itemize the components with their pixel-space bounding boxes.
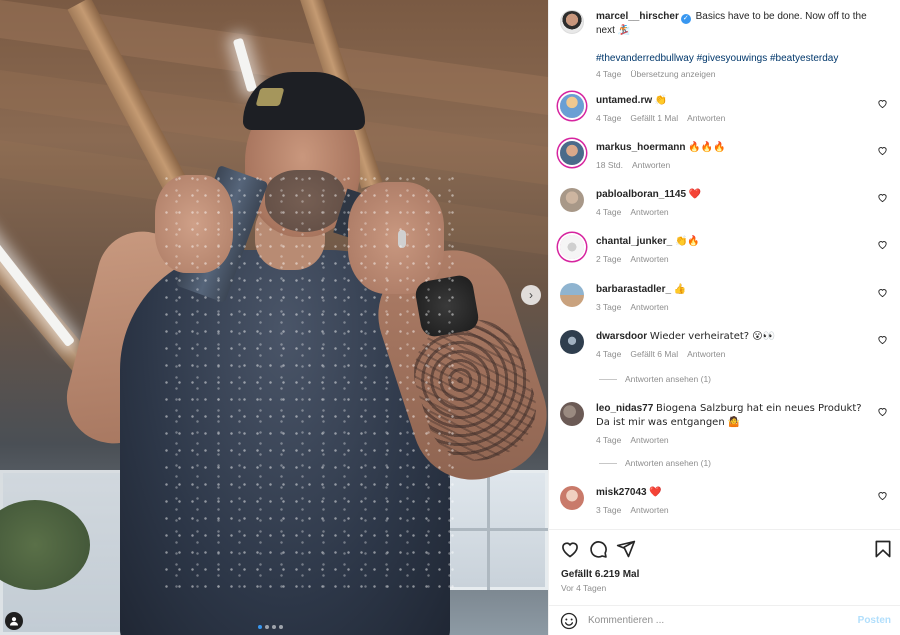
commenter-avatar[interactable] [560,188,584,212]
carousel-dot [258,625,262,629]
comment: untamed.rw 👏 4 Tage Gefällt 1 Mal Antworte… [560,94,895,123]
hashtags[interactable]: #thevanderredbullway #givesyouwings #bea… [596,53,838,64]
commenter-username[interactable]: untamed.rw [596,95,652,106]
comment-time: 3 Tage [596,302,622,312]
heart-icon[interactable] [877,406,888,417]
post-photo: › [0,0,548,635]
post-button[interactable]: Posten [858,615,891,626]
comment: pabloalboran_1145 ❤️ 4 Tage Antworten [560,188,895,217]
carousel-indicator [258,625,283,629]
commenter-avatar[interactable] [560,235,584,259]
commenter-username[interactable]: chantal_junker_ [596,236,672,247]
comments-sidebar: marcel__hirscher ✓ Basics have to be done… [548,0,900,635]
instagram-post-modal: › marcel__hirscher ✓ Basics have to be do… [0,0,900,635]
commenter-username[interactable]: barbarastadler_ [596,284,671,295]
reply-link[interactable]: Antworten [687,113,725,123]
comment-composer: Posten [549,606,900,635]
comment: barbarastadler_ 👍 3 Tage Antworten [560,283,895,312]
commenter-avatar[interactable] [560,94,584,118]
cap-logo [255,88,285,106]
reply-link[interactable]: Antworten [630,302,668,312]
commenter-avatar[interactable] [560,486,584,510]
post-caption: marcel__hirscher ✓ Basics have to be done… [560,10,890,79]
action-bar [560,539,893,561]
reply-link[interactable]: Antworten [687,349,725,359]
comment: markus_hoermann 🔥🔥🔥 18 Std. Antworten [560,141,895,170]
heart-icon[interactable] [877,239,888,250]
commenter-username[interactable]: leo_nidas77 [596,403,653,414]
comment-icon[interactable] [588,539,608,559]
caption-time: 4 Tage [596,69,622,79]
bookmark-icon[interactable] [873,539,893,559]
comment-likes[interactable]: Gefällt 1 Mal [630,113,678,123]
carousel-dot [279,625,283,629]
reply-link[interactable]: Antworten [632,160,670,170]
reply-link[interactable]: Antworten [630,505,668,515]
commenter-avatar[interactable] [560,402,584,426]
commenter-avatar[interactable] [560,330,584,354]
powder-particles [160,170,460,590]
comment: dwarsdoor Wieder verheiratet? 😮👀 4 Tage G… [560,330,895,359]
comment: misk27043 ❤️ 3 Tage Antworten [560,486,895,515]
section-divider [549,529,900,530]
heart-icon[interactable] [877,334,888,345]
heart-icon[interactable] [560,539,580,559]
carousel-dot [265,625,269,629]
likes-count[interactable]: Gefällt 6.219 Mal [561,569,639,580]
caption-emoji: 🏂 [617,25,631,36]
post-time: Vor 4 Tagen [561,583,607,593]
commenter-avatar[interactable] [560,141,584,165]
comment: leo_nidas77 Biogena Salzburg hat ein neu… [560,402,895,445]
comment-likes[interactable]: Gefällt 6 Mal [630,349,678,359]
translate-link[interactable]: Übersetzung anzeigen [630,69,715,79]
replies-divider [599,462,617,464]
view-replies-label[interactable]: Antworten ansehen (1) [625,374,711,384]
carousel-dot [272,625,276,629]
comment-time: 4 Tage [596,113,622,123]
comment-text: Wieder verheiratet? 😮👀 [649,331,776,342]
comment-time: 4 Tage [596,435,622,445]
commenter-username[interactable]: pabloalboran_1145 [596,189,686,200]
heart-icon[interactable] [877,98,888,109]
verified-badge-icon: ✓ [680,14,691,24]
replies-divider [599,378,617,380]
comment-text: ❤️ [688,189,702,200]
view-replies-label[interactable]: Antworten ansehen (1) [625,458,711,468]
view-replies-link[interactable]: Antworten ansehen (1) [599,458,711,468]
comment-time: 2 Tage [596,254,622,264]
paper-plane-icon[interactable] [616,539,636,559]
author-username[interactable]: marcel__hirscher [596,11,679,22]
reply-link[interactable]: Antworten [630,254,668,264]
comment-time: 4 Tage [596,349,622,359]
comment-text: ❤️ [649,487,662,498]
commenter-avatar[interactable] [560,283,584,307]
heart-icon[interactable] [877,145,888,156]
author-avatar[interactable] [560,10,584,34]
view-replies-link[interactable]: Antworten ansehen (1) [599,374,711,384]
reply-link[interactable]: Antworten [630,435,668,445]
smiley-icon[interactable] [560,612,578,630]
heart-icon[interactable] [877,192,888,203]
comment-text: 🔥🔥🔥 [688,142,726,153]
comment-text: 👍 [673,284,687,295]
heart-icon[interactable] [877,287,888,298]
comment-text: 👏🔥 [674,236,700,247]
comment-text: 👏 [654,95,668,106]
comment-time: 18 Std. [596,160,623,170]
commenter-username[interactable]: markus_hoermann [596,142,685,153]
reply-link[interactable]: Antworten [630,207,668,217]
comment-time: 3 Tage [596,505,622,515]
comment-input[interactable] [588,615,843,626]
comment-time: 4 Tage [596,207,622,217]
comment: chantal_junker_ 👏🔥 2 Tage Antworten [560,235,895,264]
commenter-username[interactable]: misk27043 [596,487,647,498]
heart-icon[interactable] [877,490,888,501]
commenter-username[interactable]: dwarsdoor [596,331,647,342]
chevron-right-icon[interactable]: › [521,285,541,305]
person-icon[interactable] [5,612,23,630]
